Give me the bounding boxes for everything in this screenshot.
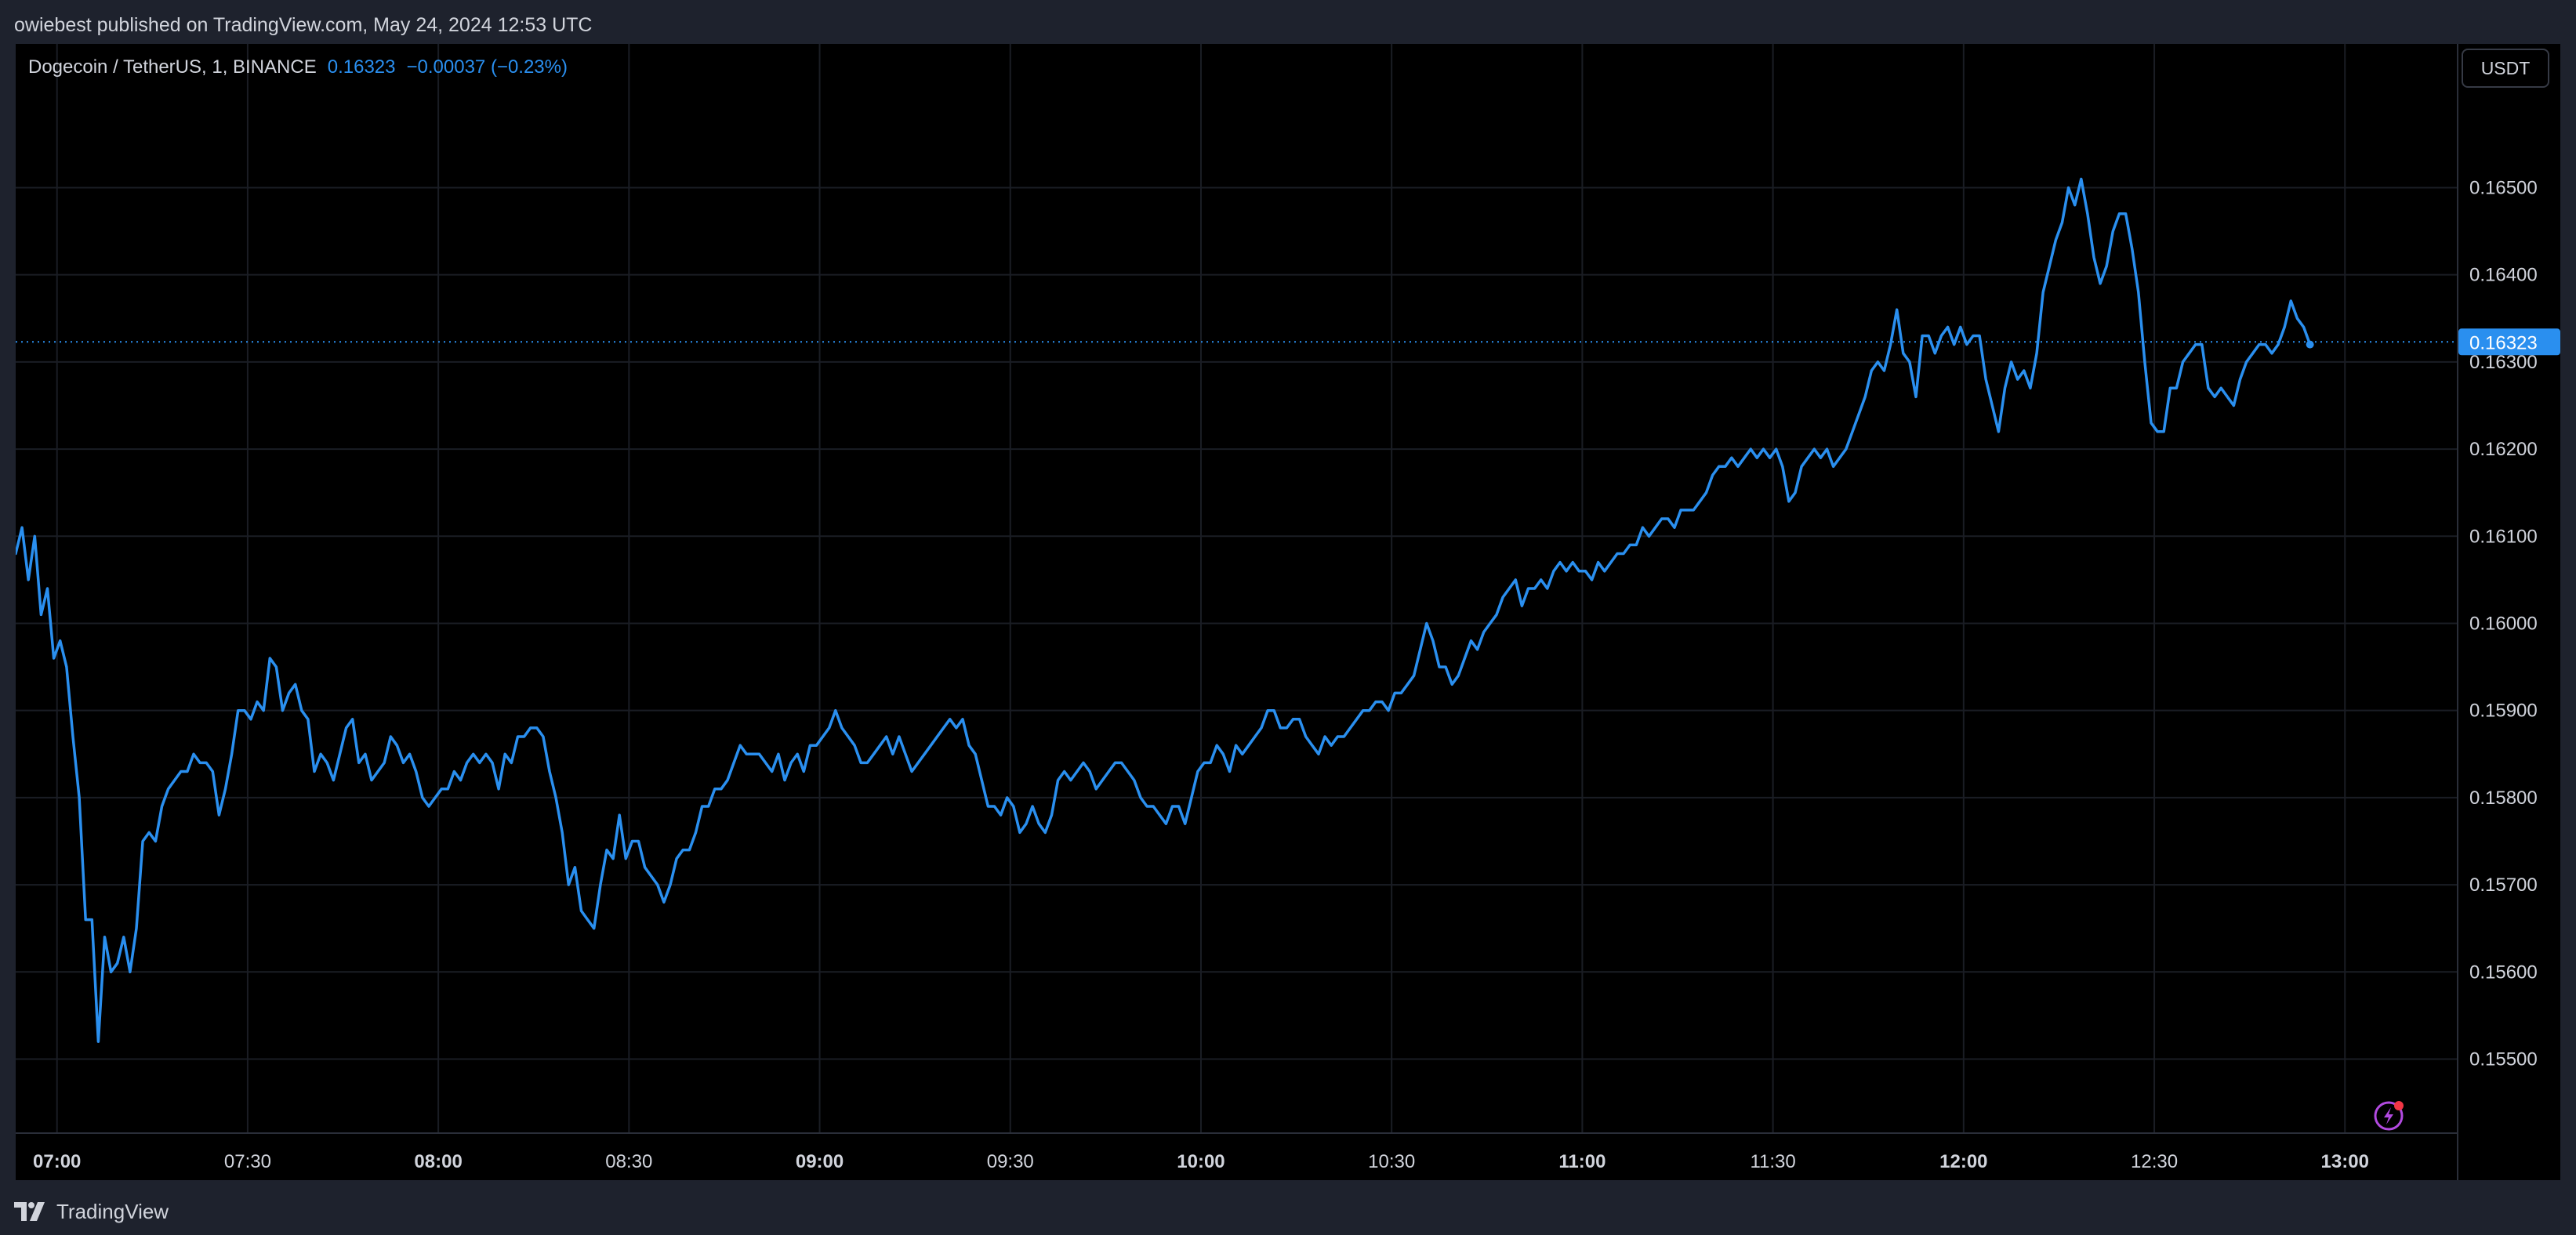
price-tick-label: 0.15500 [2469,1048,2538,1070]
symbol-legend[interactable]: Dogecoin / TetherUS, 1, BINANCE 0.16323 −0… [28,52,568,83]
price-tick-label: 0.15700 [2469,875,2538,896]
price-tick-label: 0.15600 [2469,962,2538,983]
tradingview-logo-icon [14,1202,45,1221]
price-tick-label: 0.15800 [2469,788,2538,809]
lightning-icon[interactable] [2374,1101,2404,1131]
chart-area[interactable]: 0.15500 0.15600 0.15700 0.15800 0.15900 0.160… [16,44,2560,1180]
price-tick-label: 0.16200 [2469,439,2538,460]
footer: TradingView [0,1180,2576,1235]
publish-attribution: owiebest published on TradingView.com, M… [14,14,593,36]
grid [16,44,2458,1133]
price-axis: 0.15500 0.15600 0.15700 0.15800 0.15900 0.160… [2469,177,2538,1070]
time-tick-label: 07:00 [33,1151,81,1172]
time-tick-label: 07:30 [224,1151,271,1172]
currency-button[interactable]: USDT [2462,49,2549,88]
time-tick-label: 10:00 [1177,1151,1225,1172]
price-tick-label: 0.16100 [2469,526,2538,547]
price-tick-label: 0.16500 [2469,177,2538,198]
time-tick-label: 10:30 [1368,1151,1415,1172]
time-tick-label: 09:30 [987,1151,1034,1172]
series-layer [16,177,2314,1043]
tradingview-brand[interactable]: TradingView [14,1196,169,1227]
time-tick-label: 08:30 [605,1151,652,1172]
time-tick-label: 12:30 [2131,1151,2178,1172]
time-tick-label: 13:00 [2321,1151,2369,1172]
legend-change: −0.00037 (−0.23%) [406,56,568,78]
price-tick-label: 0.15900 [2469,701,2538,722]
time-tick-label: 11:30 [1750,1151,1795,1172]
time-tick-label: 11:00 [1558,1151,1605,1172]
legend-price: 0.16323 [327,56,396,78]
brand-name: TradingView [56,1199,169,1223]
last-price-layer: 0.16323 [16,328,2560,356]
time-tick-label: 08:00 [414,1151,462,1172]
price-chart: 0.15500 0.15600 0.15700 0.15800 0.15900 0.160… [16,44,2560,1180]
price-line [16,177,2312,1043]
time-tick-label: 09:00 [796,1151,844,1172]
time-tick-label: 12:00 [1939,1151,1987,1172]
last-price-tag-label: 0.16323 [2469,332,2538,353]
price-tick-label: 0.16000 [2469,613,2538,634]
symbol-name: Dogecoin / TetherUS, 1, BINANCE [28,56,317,78]
price-tick-label: 0.16400 [2469,265,2538,286]
time-axis: 07:00 07:30 08:00 08:30 09:00 09:30 10:00 10:30… [33,1151,2369,1172]
